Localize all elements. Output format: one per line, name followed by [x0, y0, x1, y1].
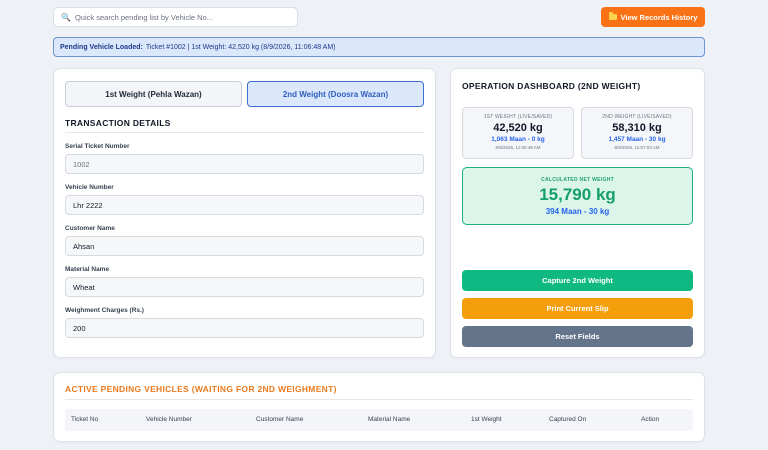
pending-table-header: Ticket No Vehicle Number Customer Name M… — [65, 409, 693, 431]
material-name-label: Material Name — [65, 266, 110, 273]
net-weight-box: CALCULATED NET WEIGHT 15,790 kg 394 Maan… — [462, 167, 693, 225]
customer-name-field[interactable]: Ahsan — [65, 236, 424, 256]
net-weight-caption: CALCULATED NET WEIGHT — [541, 177, 614, 183]
transaction-details-title: TRANSACTION DETAILS — [65, 118, 171, 128]
history-button-label: View Records History — [620, 12, 698, 22]
banner-text: Ticket #1002 | 1st Weight: 42,520 kg (8/… — [145, 43, 336, 51]
view-records-history-button[interactable]: View Records History — [601, 7, 705, 27]
first-weight-timestamp: 8/9/2026, 11:06:48 AM — [495, 145, 541, 150]
column-header-vehicle-number: Vehicle Number — [146, 416, 192, 423]
first-weight-maan: 1,063 Maan - 0 kg — [491, 136, 545, 143]
serial-ticket-field[interactable]: 1002 — [65, 154, 424, 174]
search-icon: 🔍 — [61, 12, 71, 22]
serial-ticket-label: Serial Ticket Number — [65, 143, 130, 150]
net-weight-maan: 394 Maan - 30 kg — [545, 207, 610, 216]
material-name-field[interactable]: Wheat — [65, 277, 424, 297]
second-weight-caption: 2ND WEIGHT (LIVE/SAVED) — [602, 114, 672, 120]
print-slip-button[interactable]: Print Current Slip — [462, 298, 693, 319]
search-input[interactable] — [74, 12, 285, 22]
tab-second-weight[interactable]: 2nd Weight (Doosra Wazan) — [247, 81, 424, 107]
weighment-charges-label: Weighment Charges (Rs.) — [65, 307, 144, 314]
weighment-charges-field[interactable]: 200 — [65, 318, 424, 338]
second-weight-box: 2ND WEIGHT (LIVE/SAVED) 58,310 kg 1,457 … — [581, 107, 693, 159]
pending-vehicles-title: ACTIVE PENDING VEHICLES (WAITING FOR 2ND… — [65, 384, 337, 394]
operation-dashboard-card: OPERATION DASHBOARD (2ND WEIGHT) 1ST WEI… — [450, 68, 705, 358]
column-header-ticket-no: Ticket No — [71, 416, 99, 423]
banner-title: Pending Vehicle Loaded: — [60, 43, 143, 51]
vehicle-number-label: Vehicle Number — [65, 184, 114, 191]
column-header-captured-on: Captured On — [549, 416, 587, 423]
capture-second-weight-button[interactable]: Capture 2nd Weight — [462, 270, 693, 291]
second-weight-timestamp: 8/9/2026, 11:07:03 AM — [614, 145, 660, 150]
column-header-customer-name: Customer Name — [256, 416, 304, 423]
tab-first-weight[interactable]: 1st Weight (Pehla Wazan) — [65, 81, 242, 107]
first-weight-caption: 1ST WEIGHT (LIVE/SAVED) — [483, 114, 553, 120]
pending-vehicle-banner: Pending Vehicle Loaded: Ticket #1002 | 1… — [53, 37, 705, 57]
reset-fields-button[interactable]: Reset Fields — [462, 326, 693, 347]
customer-name-label: Customer Name — [65, 225, 115, 232]
search-bar[interactable]: 🔍 — [53, 7, 298, 27]
net-weight-kg: 15,790 kg — [539, 185, 616, 204]
divider — [65, 399, 693, 400]
second-weight-maan: 1,457 Maan - 30 kg — [608, 136, 666, 143]
vehicle-number-field[interactable]: Lhr 2222 — [65, 195, 424, 215]
pending-vehicles-card: ACTIVE PENDING VEHICLES (WAITING FOR 2ND… — [53, 372, 705, 442]
dashboard-title: OPERATION DASHBOARD (2ND WEIGHT) — [462, 81, 641, 91]
column-header-action: Action — [641, 416, 660, 423]
divider — [65, 132, 424, 133]
first-weight-kg: 42,520 kg — [493, 122, 543, 134]
first-weight-box: 1ST WEIGHT (LIVE/SAVED) 42,520 kg 1,063 … — [462, 107, 574, 159]
column-header-first-weight: 1st Weight — [471, 416, 502, 423]
folder-icon — [608, 12, 617, 20]
second-weight-kg: 58,310 kg — [612, 122, 662, 134]
column-header-material-name: Material Name — [368, 416, 411, 423]
transaction-card: 1st Weight (Pehla Wazan) 2nd Weight (Doo… — [53, 68, 436, 358]
